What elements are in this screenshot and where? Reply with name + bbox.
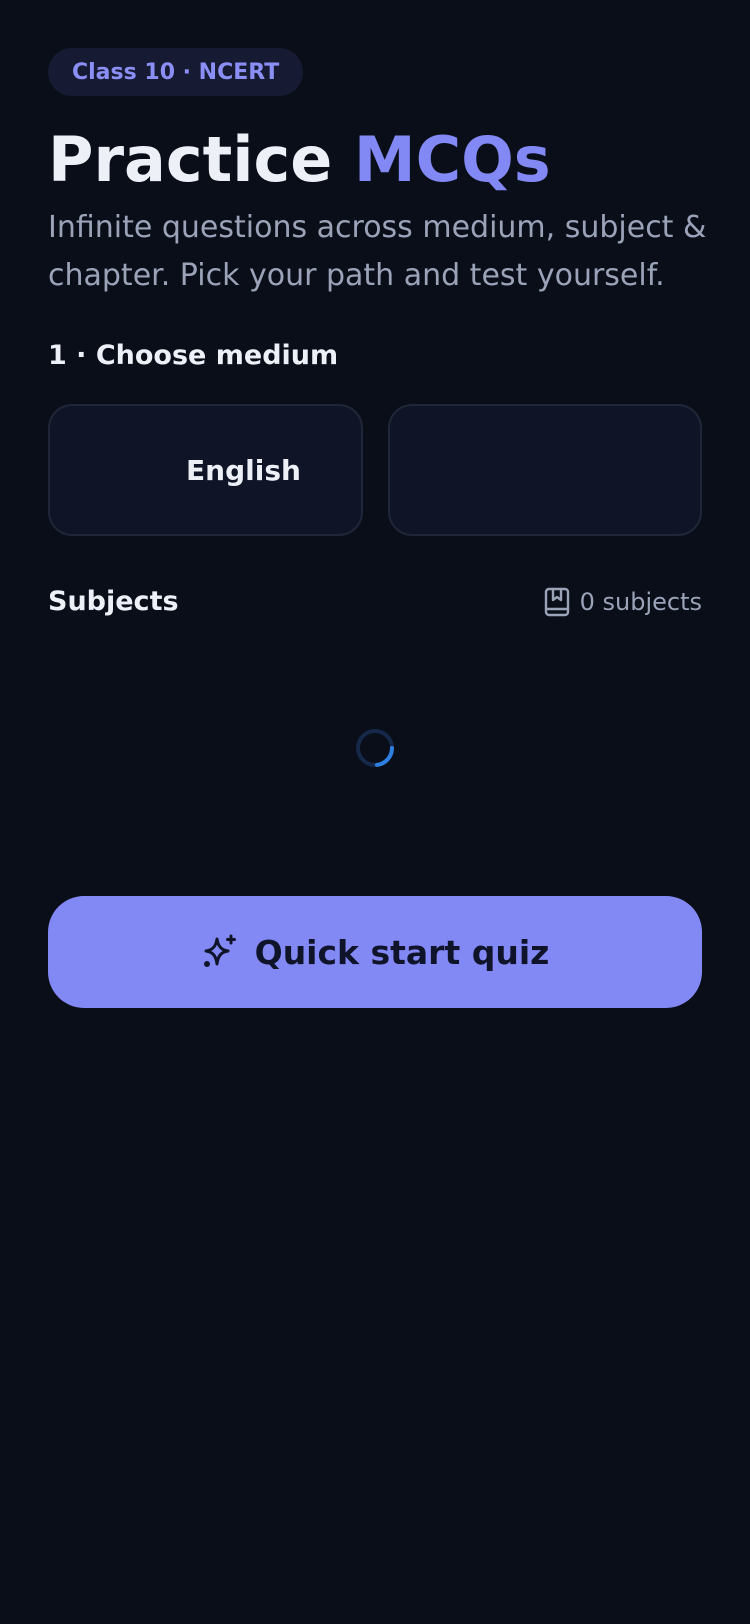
subjects-count: 0 subjects (544, 587, 702, 617)
book-bookmark-icon (544, 587, 569, 616)
sparkles-icon (203, 934, 236, 967)
page-title-main: Practice (48, 123, 333, 196)
choose-medium-label: 1 · Choose medium (48, 340, 339, 371)
loading-spinner-icon (356, 729, 395, 767)
class-badge: Class 10 · NCERT (48, 48, 304, 96)
medium-option-label: English (186, 453, 301, 487)
page-title: Practice MCQs (48, 118, 551, 202)
practice-mcq-screen: Class 10 · NCERT Practice MCQs Infinite … (0, 0, 750, 1624)
subjects-title: Subjects (48, 586, 179, 617)
quick-start-quiz-label: Quick start quiz (254, 932, 550, 972)
subjects-header: Subjects 0 subjects (48, 586, 702, 617)
quick-start-quiz-button[interactable]: Quick start quiz (48, 896, 702, 1008)
subjects-count-label: 0 subjects (579, 587, 702, 616)
medium-option-english[interactable]: English (48, 404, 363, 536)
class-badge-label: Class 10 · NCERT (72, 59, 280, 85)
page-subtitle: Infinite questions across medium, subjec… (48, 210, 707, 293)
medium-option-second[interactable] (388, 404, 702, 536)
page-title-accent: MCQs (353, 123, 551, 196)
